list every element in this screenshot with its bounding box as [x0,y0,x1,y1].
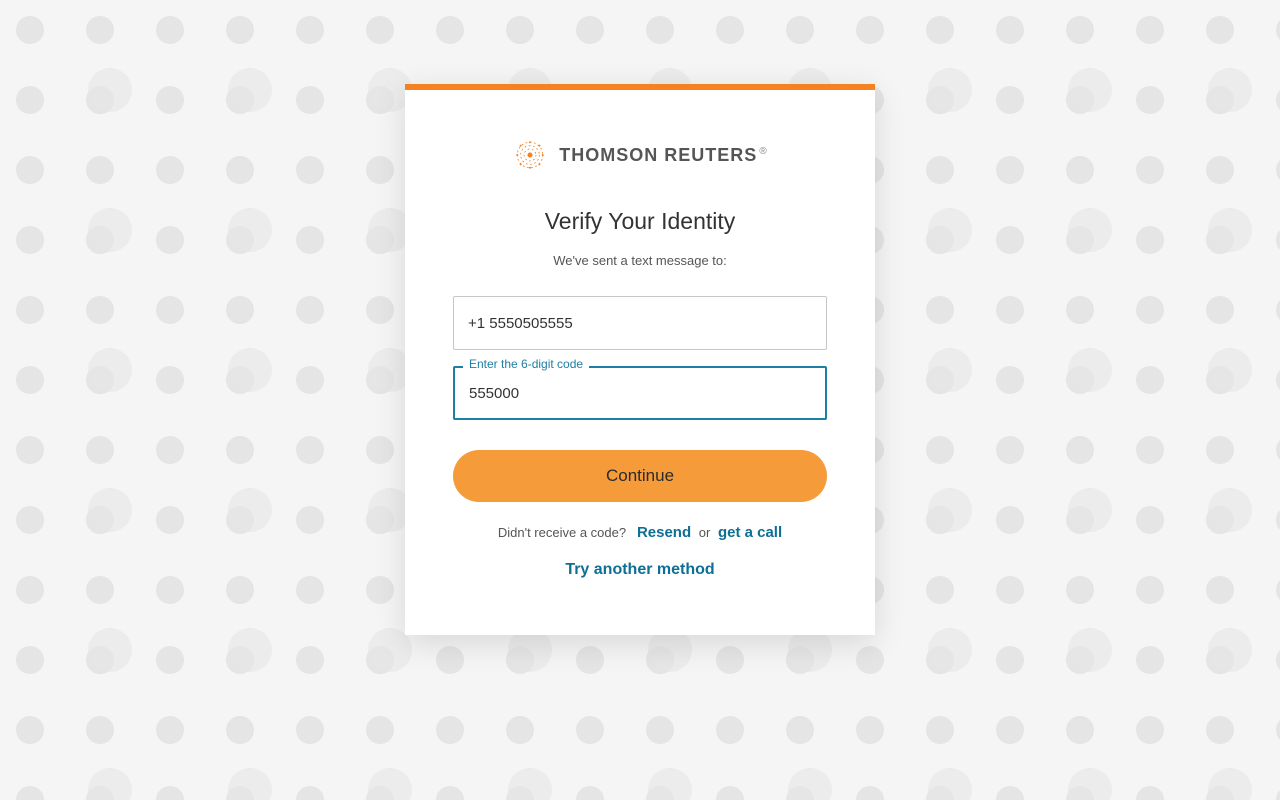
page-title: Verify Your Identity [453,208,827,235]
continue-button[interactable]: Continue [453,450,827,502]
brand-reg-mark: ® [759,146,766,157]
code-input[interactable] [453,366,827,420]
page-subtitle: We've sent a text message to: [453,253,827,268]
brand-name: THOMSON REUTERS® [559,145,766,166]
code-field-wrap: Enter the 6‑digit code [453,366,827,420]
thomson-reuters-logo-icon [513,138,547,172]
verify-card: THOMSON REUTERS® Verify Your Identity We… [405,84,875,635]
phone-display-field [453,296,827,350]
resend-or: or [699,525,711,540]
brand-logo: THOMSON REUTERS® [453,138,827,172]
resend-row: Didn't receive a code? Resend or get a c… [453,524,827,541]
another-method-row: Try another method [453,561,827,579]
code-field-label: Enter the 6‑digit code [463,357,589,371]
page: THOMSON REUTERS® Verify Your Identity We… [0,0,1280,800]
brand-name-text: THOMSON REUTERS [559,145,757,165]
try-another-method-link[interactable]: Try another method [565,561,714,578]
resend-link[interactable]: Resend [637,524,691,541]
get-a-call-link[interactable]: get a call [718,524,782,541]
resend-prefix: Didn't receive a code? [498,525,626,540]
